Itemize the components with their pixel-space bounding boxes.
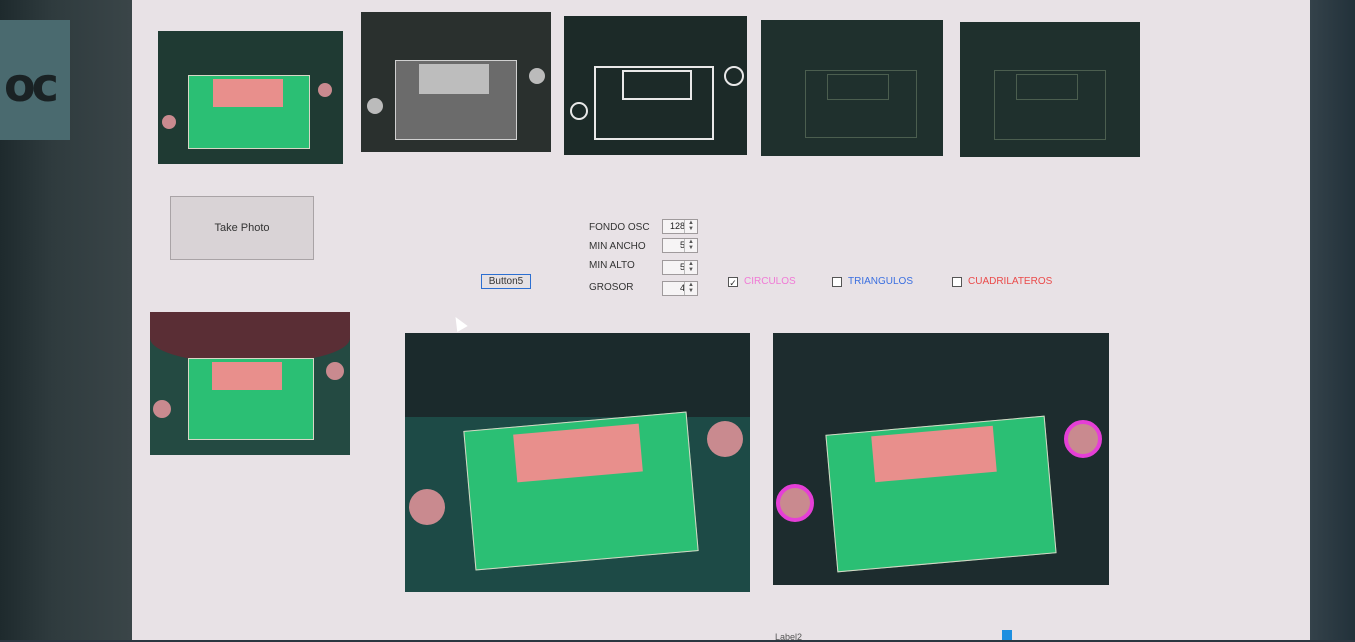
grayscale-image [361,12,551,152]
large-processed-image [405,333,750,592]
edges-image [761,20,943,156]
fondo-osc-value: 128 [669,221,685,231]
min-alto-value: 5 [679,262,685,272]
detected-circle-marker [776,484,814,522]
threshold-image [564,16,747,155]
progress-indicator [1002,630,1012,640]
original-thumbnail [158,31,343,164]
fondo-osc-spinner[interactable]: 128 ▲ ▼ [662,219,698,234]
monitor-bezel-left: oc [0,0,132,640]
cuadrilateros-checkbox[interactable]: CUADRILATEROS [952,276,1052,287]
fondo-osc-label: FONDO OSC [589,222,650,233]
min-ancho-value: 5 [679,240,685,250]
button5[interactable]: Button5 [481,274,531,289]
min-alto-label: MIN ALTO [589,260,635,271]
spinner-arrows-icon[interactable]: ▲ ▼ [684,239,697,252]
spinner-arrows-icon[interactable]: ▲ ▼ [684,282,697,295]
checkbox-box-icon[interactable] [952,276,962,287]
background-logo: oc [0,20,70,140]
grosor-value: 4 [679,283,685,293]
detection-result-image [773,333,1109,585]
circulos-checkbox[interactable]: ✓ CIRCULOS [728,276,796,288]
min-alto-spinner[interactable]: 5 ▲ ▼ [662,260,698,275]
circulos-label: CIRCULOS [744,276,796,287]
grosor-spinner[interactable]: 4 ▲ ▼ [662,281,698,296]
spinner-arrows-icon[interactable]: ▲ ▼ [684,220,697,233]
spinner-arrows-icon[interactable]: ▲ ▼ [684,261,697,274]
monitor-bezel-right [1310,0,1355,640]
triangulos-label: TRIANGULOS [848,276,914,287]
photo-shadow [150,312,350,364]
triangulos-checkbox[interactable]: TRIANGULOS [832,276,913,287]
captured-photo [150,312,350,455]
detected-circle-marker [1064,420,1102,458]
take-photo-button[interactable]: Take Photo [170,196,314,260]
cuadrilateros-label: CUADRILATEROS [968,276,1053,287]
min-ancho-label: MIN ANCHO [589,241,646,252]
grosor-label: GROSOR [589,282,634,293]
label2: Label2 [775,632,803,642]
contours-image [960,22,1140,157]
checkmark-icon[interactable]: ✓ [728,276,738,288]
checkbox-box-icon[interactable] [832,276,842,287]
min-ancho-spinner[interactable]: 5 ▲ ▼ [662,238,698,253]
